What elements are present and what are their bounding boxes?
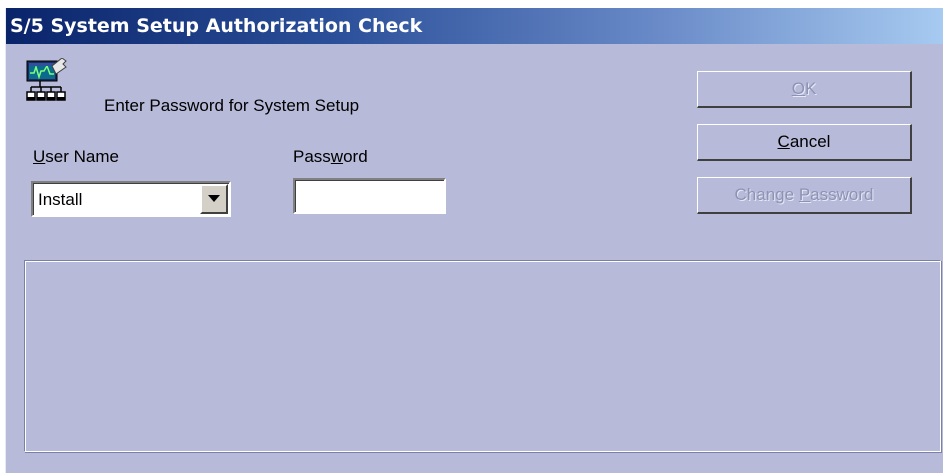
- ok-button[interactable]: OK: [697, 71, 912, 108]
- title-bar: S/5 System Setup Authorization Check: [6, 8, 943, 44]
- user-name-select[interactable]: Install: [31, 181, 231, 217]
- ok-label: K: [804, 79, 817, 98]
- change-password-button[interactable]: Change Password: [697, 177, 912, 214]
- setup-authorization-dialog: S/5 System Setup Authorization Check Ent…: [5, 8, 943, 473]
- user-name-mnemonic: U: [33, 147, 46, 166]
- chevron-down-icon: [208, 195, 220, 202]
- cancel-mnemonic: C: [777, 132, 790, 151]
- change-password-label-before: Change: [734, 185, 799, 204]
- ok-mnemonic: O: [791, 79, 805, 98]
- window-title: S/5 System Setup Authorization Check: [10, 15, 423, 37]
- password-label-after: ord: [343, 147, 368, 166]
- change-password-mnemonic: P: [798, 185, 811, 204]
- password-label-before: Pass: [293, 147, 331, 166]
- password-mnemonic: w: [330, 147, 344, 166]
- user-name-value: Install: [38, 190, 83, 209]
- password-label: Password: [293, 147, 368, 167]
- cancel-button[interactable]: Cancel: [697, 124, 912, 161]
- system-setup-icon: [26, 57, 72, 108]
- user-name-label: User Name: [33, 147, 119, 167]
- password-prompt: Enter Password for System Setup: [104, 96, 360, 115]
- cancel-label: ancel: [789, 132, 831, 151]
- password-field[interactable]: [293, 178, 446, 214]
- user-name-label-text: ser Name: [45, 147, 119, 166]
- message-panel: [24, 260, 941, 452]
- change-password-label-after: assword: [810, 185, 874, 204]
- dropdown-button[interactable]: [200, 184, 228, 214]
